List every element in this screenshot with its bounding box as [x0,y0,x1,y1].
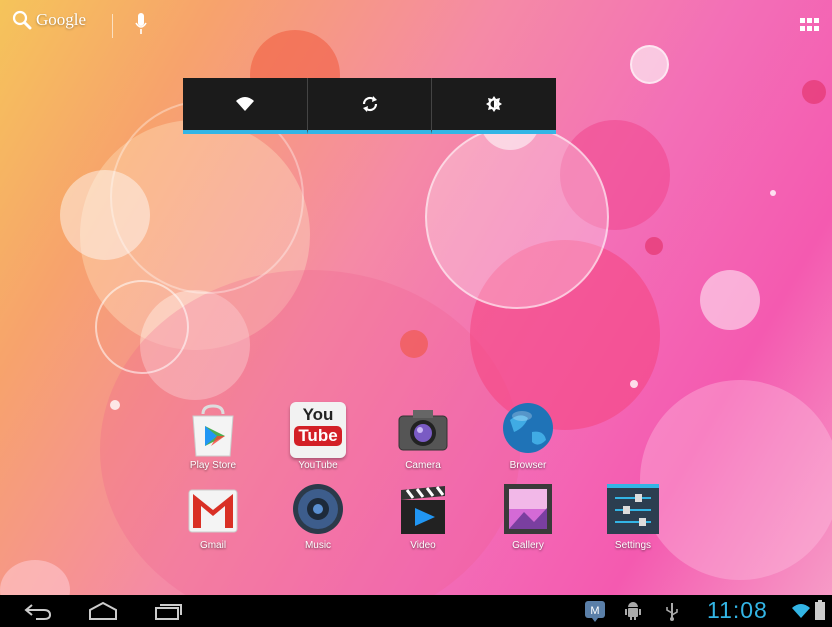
wifi-signal-icon [792,604,810,618]
recents-icon[interactable] [152,601,184,621]
app-camera[interactable]: Camera [383,402,463,471]
wallpaper-dot [802,80,826,104]
home-screen: Google Play Store You Tube YouTube Camer… [0,0,832,627]
wifi-icon [235,97,254,111]
sync-toggle[interactable] [307,78,433,134]
gmail-icon [185,482,241,538]
svg-text:M: M [590,605,599,617]
wallpaper-dot [110,400,120,410]
app-settings[interactable]: Settings [593,482,673,551]
app-youtube[interactable]: You Tube YouTube [278,402,358,471]
app-video[interactable]: Video [383,482,463,551]
youtube-icon: You Tube [290,402,346,458]
notification-icon[interactable]: M [584,600,606,622]
sync-icon [362,96,377,112]
battery-icon [815,600,825,620]
music-speaker-icon [290,482,346,538]
wallpaper-dot [630,380,638,388]
google-search-bar[interactable]: Google [12,10,86,30]
wallpaper-ring [630,45,669,84]
app-music[interactable]: Music [278,482,358,551]
wallpaper-blob [400,330,428,358]
wallpaper-dot [645,237,663,255]
search-label: Google [36,10,87,29]
android-debug-icon [625,602,641,620]
app-gmail[interactable]: Gmail [173,482,253,551]
wallpaper-dot [770,190,776,196]
app-play-store[interactable]: Play Store [173,402,253,471]
app-browser[interactable]: Browser [488,402,568,471]
video-clapper-icon [395,482,451,538]
wallpaper-ring [425,125,609,309]
browser-globe-icon [500,402,556,458]
system-bar: M 11:08 [0,595,832,627]
wallpaper-blob [700,270,760,330]
usb-icon [666,603,678,621]
wifi-toggle[interactable] [183,78,308,134]
wallpaper-ring [95,280,189,374]
brightness-icon [486,96,503,112]
home-icon[interactable] [87,601,119,621]
gallery-icon [500,482,556,538]
quick-settings-widget [183,78,557,134]
search-divider [112,14,113,38]
search-icon [12,10,32,30]
camera-icon [395,402,451,458]
brightness-toggle[interactable] [432,78,557,134]
mic-icon[interactable] [134,12,148,36]
back-icon[interactable] [22,601,54,621]
settings-sliders-icon [605,482,661,538]
play-store-icon [185,402,241,458]
clock[interactable]: 11:08 [707,597,768,624]
app-gallery[interactable]: Gallery [488,482,568,551]
apps-grid-icon[interactable] [800,18,819,32]
